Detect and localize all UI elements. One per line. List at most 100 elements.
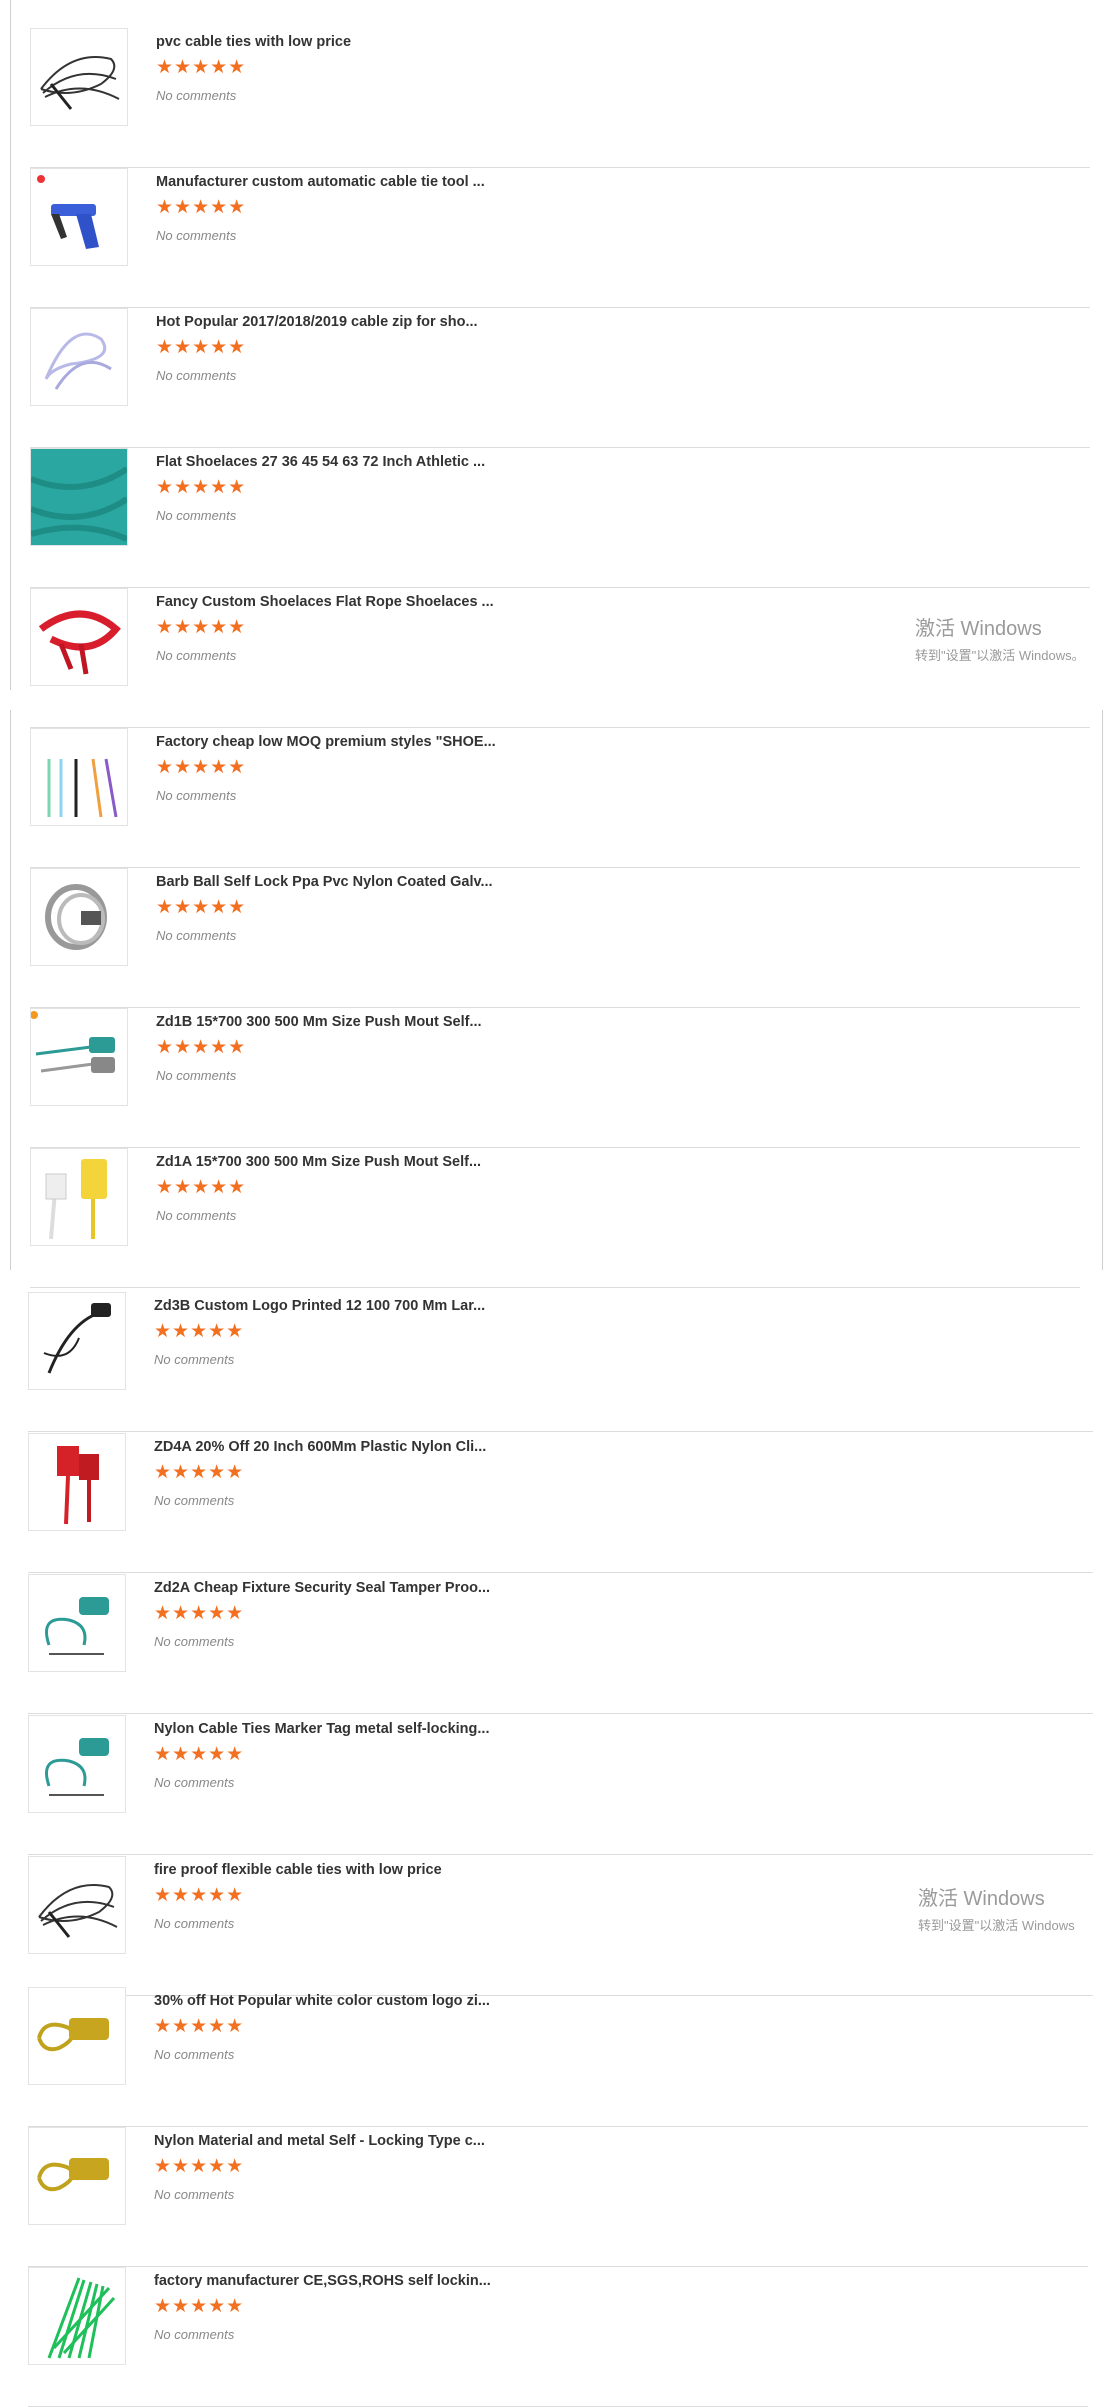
list-item[interactable]: Hot Popular 2017/2018/2019 cable zip for…: [30, 308, 1090, 448]
comments-count: No comments: [154, 1493, 235, 1508]
list-item[interactable]: Factory cheap low MOQ premium styles "SH…: [30, 728, 1080, 868]
comments-count: No comments: [156, 928, 237, 943]
cable-tie-gun-image: [37, 175, 99, 249]
product-thumbnail[interactable]: [30, 588, 128, 686]
comments-count: No comments: [154, 2187, 235, 2202]
windows-watermark-2: 激活 Windows 转到"设置"以激活 Windows: [918, 1882, 1075, 1934]
list-item[interactable]: factory manufacturer CE,SGS,ROHS self lo…: [28, 2267, 1088, 2407]
list-item[interactable]: Zd2A Cheap Fixture Security Seal Tamper …: [28, 1574, 1093, 1714]
product-thumbnail[interactable]: [30, 308, 128, 406]
star-rating: ★★★★★: [154, 1603, 245, 1624]
clear-zip-ties-image: [44, 332, 112, 390]
star-rating: ★★★★★: [156, 617, 247, 638]
product-thumbnail[interactable]: [28, 1433, 126, 1531]
green-cable-ties-image: [47, 2277, 116, 2359]
teal-shoelaces-image: [31, 449, 127, 545]
product-title[interactable]: ZD4A 20% Off 20 Inch 600Mm Plastic Nylon…: [154, 1439, 486, 1455]
star-rating: ★★★★★: [154, 1462, 245, 1483]
yellow-white-seals-image: [45, 1159, 107, 1240]
list-item[interactable]: pvc cable ties with low price ★★★★★ No com…: [30, 28, 1090, 168]
comments-count: No comments: [156, 788, 237, 803]
list-item[interactable]: ZD4A 20% Off 20 Inch 600Mm Plastic Nylon…: [28, 1433, 1093, 1573]
product-thumbnail[interactable]: [30, 168, 128, 266]
star-rating: ★★★★★: [154, 2016, 245, 2037]
product-title[interactable]: fire proof flexible cable ties with low …: [154, 1862, 442, 1878]
red-tags-image: [57, 1446, 99, 1525]
product-thumbnail[interactable]: [30, 1148, 128, 1246]
product-thumbnail[interactable]: [28, 1292, 126, 1390]
product-thumbnail[interactable]: [28, 1987, 126, 2085]
list-item[interactable]: Zd1A 15*700 300 500 Mm Size Push Mout Se…: [30, 1148, 1080, 1288]
product-thumbnail[interactable]: [30, 1008, 128, 1106]
product-title[interactable]: pvc cable ties with low price: [156, 34, 351, 50]
watermark-subtitle: 转到"设置"以激活 Windows: [918, 1918, 1075, 1933]
product-thumbnail[interactable]: [30, 868, 128, 966]
star-rating: ★★★★★: [156, 197, 247, 218]
star-rating: ★★★★★: [156, 897, 247, 918]
list-item[interactable]: Zd3B Custom Logo Printed 12 100 700 Mm L…: [28, 1292, 1093, 1432]
comments-count: No comments: [156, 648, 237, 663]
comments-count: No comments: [156, 1208, 237, 1223]
star-rating: ★★★★★: [154, 1885, 245, 1906]
windows-watermark-1: 激活 Windows 转到"设置"以激活 Windows。: [915, 612, 1085, 664]
comments-count: No comments: [156, 1068, 237, 1083]
star-rating: ★★★★★: [154, 2296, 245, 2317]
product-title[interactable]: Zd3B Custom Logo Printed 12 100 700 Mm L…: [154, 1298, 485, 1314]
product-thumbnail[interactable]: [28, 1856, 126, 1954]
product-title[interactable]: 30% off Hot Popular white color custom l…: [154, 1993, 490, 2009]
product-thumbnail[interactable]: [30, 448, 128, 546]
list-item[interactable]: Flat Shoelaces 27 36 45 54 63 72 Inch At…: [30, 448, 1090, 588]
star-rating: ★★★★★: [154, 1321, 245, 1342]
comments-count: No comments: [156, 88, 237, 103]
list-item[interactable]: Zd1B 15*700 300 500 Mm Size Push Mout Se…: [30, 1008, 1080, 1148]
colored-laces-image: [47, 758, 118, 818]
product-thumbnail[interactable]: [28, 1574, 126, 1672]
star-rating: ★★★★★: [154, 2156, 245, 2177]
item-separator: [28, 1431, 1093, 1432]
star-rating: ★★★★★: [154, 1744, 245, 1765]
yellow-seal-image: [37, 2158, 109, 2192]
watermark-title: 激活 Windows: [918, 1888, 1045, 1910]
comments-count: No comments: [156, 228, 237, 243]
comments-count: No comments: [154, 2327, 235, 2342]
teal-seal-image: [45, 1597, 109, 1655]
teal-seal-image: [45, 1738, 109, 1796]
comments-count: No comments: [156, 368, 237, 383]
red-shoelaces-image: [38, 610, 121, 675]
product-title[interactable]: Hot Popular 2017/2018/2019 cable zip for…: [156, 314, 478, 330]
product-title[interactable]: Factory cheap low MOQ premium styles "SH…: [156, 734, 496, 750]
star-rating: ★★★★★: [156, 757, 247, 778]
product-thumbnail[interactable]: [28, 2127, 126, 2225]
teal-grey-seals-image: [31, 1011, 115, 1073]
star-rating: ★★★★★: [156, 1177, 247, 1198]
product-title[interactable]: factory manufacturer CE,SGS,ROHS self lo…: [154, 2273, 491, 2289]
steel-tie-coil-image: [45, 884, 107, 950]
product-title[interactable]: Zd1B 15*700 300 500 Mm Size Push Mout Se…: [156, 1014, 482, 1030]
yellow-seal-image: [37, 2018, 109, 2052]
product-title[interactable]: Nylon Material and metal Self - Locking …: [154, 2133, 485, 2149]
star-rating: ★★★★★: [156, 1037, 247, 1058]
product-thumbnail[interactable]: [28, 2267, 126, 2365]
product-thumbnail[interactable]: [28, 1715, 126, 1813]
product-thumbnail[interactable]: [30, 28, 128, 126]
left-border-line-2: [10, 710, 11, 1270]
product-thumbnail[interactable]: [30, 728, 128, 826]
product-title[interactable]: Zd2A Cheap Fixture Security Seal Tamper …: [154, 1580, 490, 1596]
star-rating: ★★★★★: [156, 57, 247, 78]
item-separator: [28, 1713, 1093, 1714]
product-title[interactable]: Nylon Cable Ties Marker Tag metal self-l…: [154, 1721, 489, 1737]
comments-count: No comments: [154, 2047, 235, 2062]
list-item[interactable]: Manufacturer custom automatic cable tie …: [30, 168, 1090, 308]
black-cable-ties-image: [38, 1884, 118, 1938]
star-rating: ★★★★★: [156, 337, 247, 358]
product-title[interactable]: Manufacturer custom automatic cable tie …: [156, 174, 485, 190]
list-item[interactable]: Barb Ball Self Lock Ppa Pvc Nylon Coated…: [30, 868, 1080, 1008]
product-title[interactable]: Barb Ball Self Lock Ppa Pvc Nylon Coated…: [156, 874, 493, 890]
list-item[interactable]: Nylon Cable Ties Marker Tag metal self-l…: [28, 1715, 1093, 1855]
product-title[interactable]: Zd1A 15*700 300 500 Mm Size Push Mout Se…: [156, 1154, 481, 1170]
comments-count: No comments: [154, 1634, 235, 1649]
product-title[interactable]: Fancy Custom Shoelaces Flat Rope Shoelac…: [156, 594, 494, 610]
list-item[interactable]: 30% off Hot Popular white color custom l…: [28, 1987, 1088, 2127]
product-title[interactable]: Flat Shoelaces 27 36 45 54 63 72 Inch At…: [156, 454, 485, 470]
list-item[interactable]: Nylon Material and metal Self - Locking …: [28, 2127, 1088, 2267]
